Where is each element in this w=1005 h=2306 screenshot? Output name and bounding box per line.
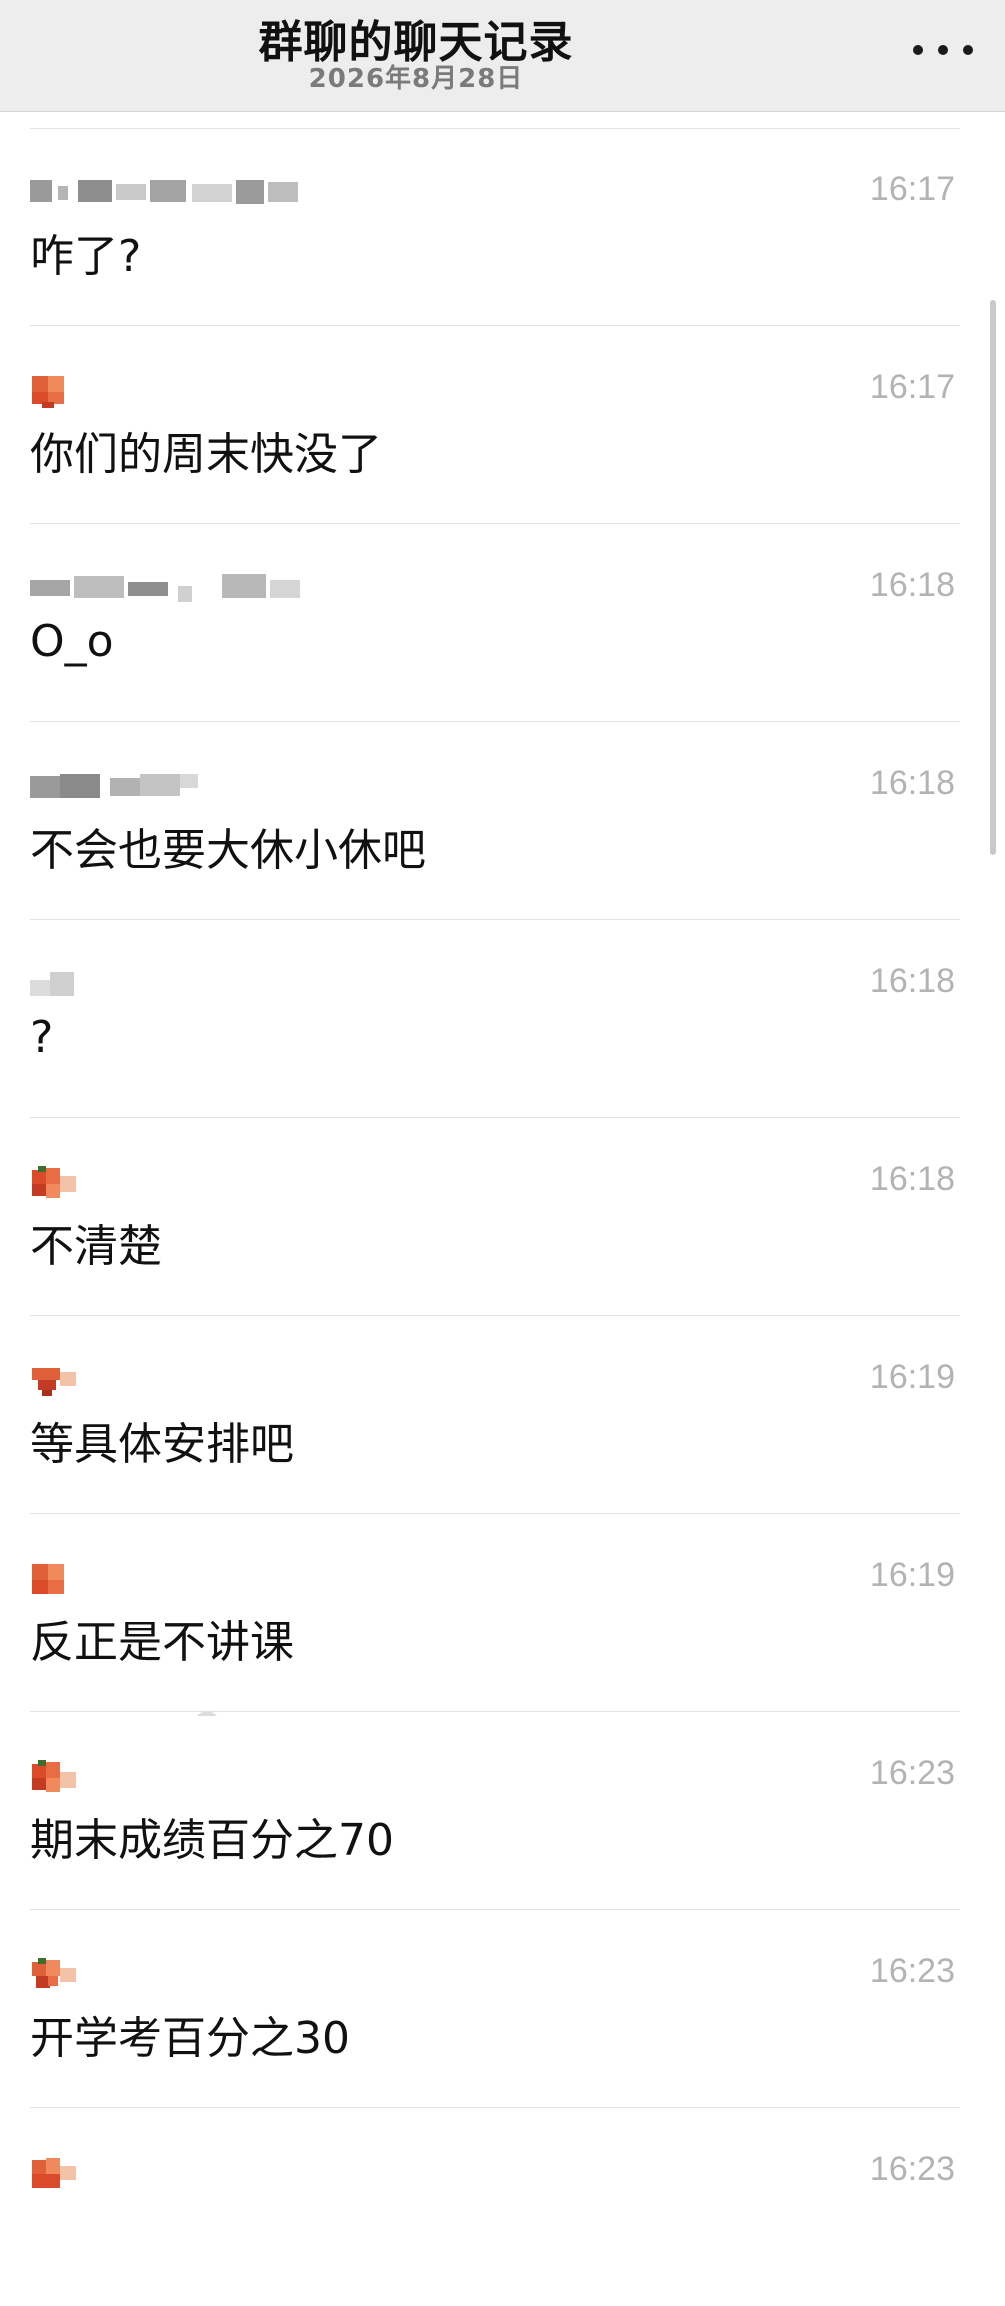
more-dot bbox=[963, 45, 973, 55]
message-time: 16:18 bbox=[869, 566, 955, 604]
message-text: 咋了? bbox=[30, 231, 142, 282]
message-row[interactable]: 16:18 O_o bbox=[0, 524, 1005, 722]
message-time: 16:17 bbox=[869, 368, 955, 406]
message-row[interactable]: 16:18 不清楚 bbox=[0, 1118, 1005, 1316]
message-row[interactable]: 16:23 期末成绩百分之70 bbox=[0, 1712, 1005, 1910]
history-date: 2026年8月28日 bbox=[308, 64, 524, 94]
message-row[interactable]: 16:19 反正是不讲课 bbox=[0, 1514, 1005, 1716]
message-time: 16:23 bbox=[869, 2150, 955, 2188]
message-time: 16:23 bbox=[869, 1952, 955, 1990]
message-time: 16:19 bbox=[869, 1358, 955, 1396]
message-text: 反正是不讲课 bbox=[30, 1617, 294, 1668]
more-dot bbox=[913, 45, 923, 55]
sender-avatar-icon bbox=[32, 376, 64, 408]
sender-avatar-icon bbox=[32, 2158, 76, 2188]
message-time: 16:18 bbox=[869, 962, 955, 1000]
chat-history-header: 群聊的聊天记录 2026年8月28日 bbox=[0, 0, 1005, 112]
message-row[interactable]: 16:18 不会也要大休小休吧 bbox=[0, 722, 1005, 920]
message-text: 不会也要大休小休吧 bbox=[30, 825, 426, 876]
message-text: ? bbox=[30, 1012, 54, 1063]
more-dot bbox=[938, 45, 948, 55]
message-time: 16:18 bbox=[869, 1160, 955, 1198]
sender-avatar-icon bbox=[32, 1166, 76, 1198]
message-time: 16:19 bbox=[869, 1556, 955, 1594]
message-text: 期末成绩百分之70 bbox=[30, 1815, 394, 1866]
message-time: 16:23 bbox=[869, 1754, 955, 1792]
message-row[interactable]: 16:23 开学考百分之30 bbox=[0, 1910, 1005, 2108]
sender-avatar-icon bbox=[32, 1564, 64, 1594]
sender-avatar-icon bbox=[32, 1368, 76, 1396]
message-row[interactable]: 16:19 等具体安排吧 bbox=[0, 1316, 1005, 1514]
message-time: 16:18 bbox=[869, 764, 955, 802]
message-row[interactable]: 16:17 你们的周末快没了 bbox=[0, 326, 1005, 524]
sender-avatar-icon bbox=[32, 1760, 76, 1792]
more-options-icon[interactable] bbox=[913, 30, 973, 70]
message-text: O_o bbox=[30, 616, 114, 667]
message-time: 16:17 bbox=[869, 170, 955, 208]
message-row[interactable]: 16:17 咋了? bbox=[0, 128, 1005, 326]
message-text: 等具体安排吧 bbox=[30, 1419, 294, 1470]
sender-avatar-icon bbox=[32, 1958, 76, 1988]
message-text: 你们的周末快没了 bbox=[30, 429, 382, 480]
message-text: 开学考百分之30 bbox=[30, 2013, 350, 2064]
message-text: 不清楚 bbox=[30, 1221, 162, 1272]
message-row[interactable]: 16:23 bbox=[0, 2108, 1005, 2306]
message-row[interactable]: 16:18 ? bbox=[0, 920, 1005, 1118]
